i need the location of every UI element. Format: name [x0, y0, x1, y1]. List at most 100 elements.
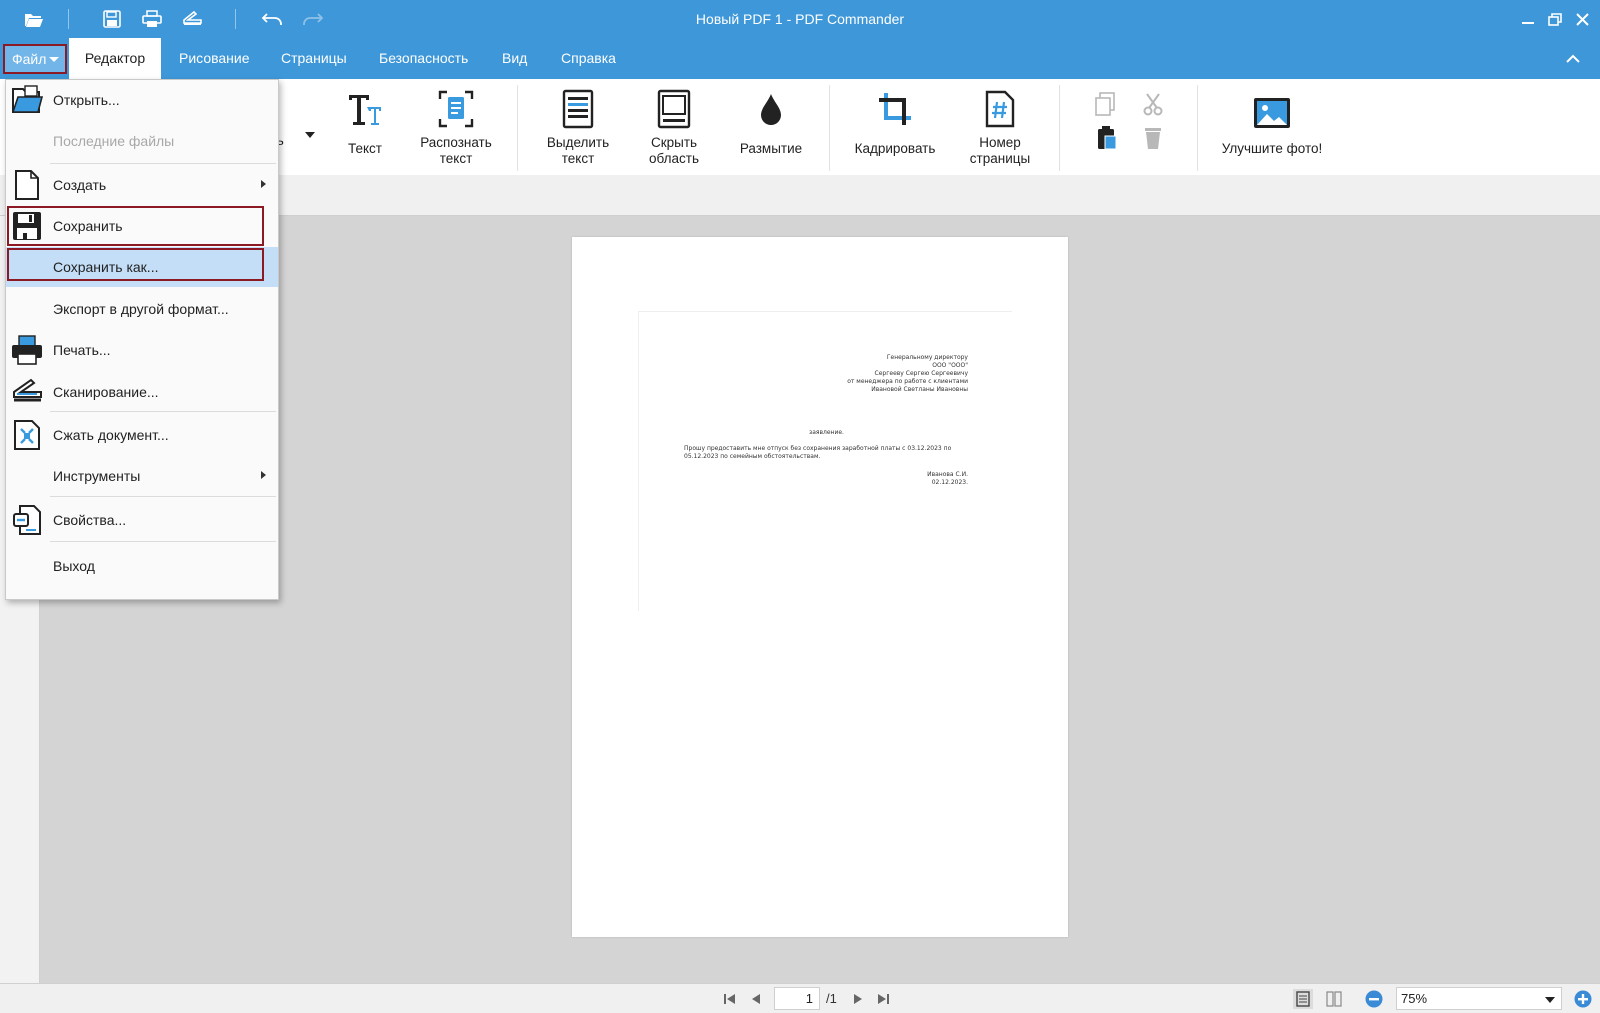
document-page[interactable]: Генеральному директору ООО "ООО" Сергеев…: [572, 237, 1068, 937]
printer-icon: [11, 334, 43, 366]
menu-item-export[interactable]: Экспорт в другой формат...: [6, 289, 278, 329]
page-number-input[interactable]: 1: [774, 987, 820, 1010]
open-file-icon: [11, 84, 43, 116]
next-page-icon[interactable]: [849, 991, 867, 1007]
page-number-label-2: страницы: [969, 151, 1031, 166]
drop-icon: [733, 87, 809, 131]
file-dropdown-menu: Открыть... Последние файлы Создать Сохра…: [5, 79, 279, 600]
doc-body-line: Прошу предоставить мне отпуск без сохран…: [684, 445, 952, 452]
menu-item-label: Печать...: [53, 342, 111, 358]
menu-item-label: Экспорт в другой формат...: [53, 301, 229, 317]
highlight-label-2: текст: [561, 151, 595, 166]
chevron-right-icon: [261, 471, 266, 479]
tab-view[interactable]: Вид: [502, 38, 527, 79]
separator: [1197, 85, 1198, 171]
separator: [829, 85, 830, 171]
chevron-right-icon: [261, 180, 266, 188]
close-icon[interactable]: [1571, 8, 1593, 30]
first-page-icon[interactable]: [721, 991, 739, 1007]
hide-label-1: Скрыть: [650, 135, 698, 150]
hide-label-2: область: [649, 151, 699, 166]
menu-item-label: Выход: [53, 558, 95, 574]
doc-addressee-line: ООО "ООО": [932, 362, 968, 369]
menu-separator: [50, 411, 276, 412]
doc-signature-date: 02.12.2023.: [931, 479, 968, 486]
crop-button[interactable]: Кадрировать: [850, 87, 940, 157]
doc-addressee-line: Ивановой Светланы Ивановны: [871, 386, 968, 393]
doc-addressee-line: Генеральному директору: [886, 354, 968, 361]
menu-separator: [50, 496, 276, 497]
restore-icon[interactable]: [1544, 8, 1566, 30]
file-menu-button[interactable]: Файл: [3, 44, 67, 74]
minimize-icon[interactable]: [1517, 8, 1539, 30]
recognize-label-2: текст: [439, 151, 473, 166]
recognize-label-1: Распознать: [420, 135, 492, 150]
single-page-view-icon[interactable]: [1293, 989, 1313, 1009]
doc-signature-name: Иванова С.И.: [927, 471, 968, 478]
zoom-out-icon[interactable]: [1364, 989, 1384, 1009]
image-icon: [1213, 91, 1331, 135]
separator: [1059, 85, 1060, 171]
chevron-down-icon: [1545, 997, 1555, 1003]
menu-item-compress[interactable]: Сжать документ...: [6, 415, 278, 455]
menu-item-tools[interactable]: Инструменты: [6, 456, 278, 496]
page-total-label: /1: [826, 991, 837, 1006]
menu-item-label: Сканирование...: [53, 384, 159, 400]
new-document-icon: [11, 169, 43, 201]
menu-item-label: Свойства...: [53, 512, 127, 528]
menu-item-open[interactable]: Открыть...: [6, 80, 278, 120]
menu-separator: [50, 541, 276, 542]
paste-icon[interactable]: [1092, 123, 1122, 153]
tab-drawing[interactable]: Рисование: [179, 38, 250, 79]
zoom-value: 75%: [1401, 991, 1428, 1006]
zoom-in-icon[interactable]: [1573, 989, 1593, 1009]
enhance-photo-label: Улучшите фото!: [1221, 141, 1323, 156]
menu-item-exit[interactable]: Выход: [6, 546, 278, 586]
text-icon: [340, 87, 390, 131]
doc-heading: заявление.: [809, 429, 844, 436]
blur-label: Размытие: [739, 141, 803, 156]
hash-page-icon: [960, 87, 1040, 131]
doc-body-line: 05.12.2023 по семейным обстоятельствам.: [684, 453, 821, 460]
save-highlight-outline: [7, 206, 264, 246]
menu-item-create[interactable]: Создать: [6, 165, 278, 205]
page-number-button[interactable]: Номер страницы: [960, 87, 1040, 167]
tab-editor[interactable]: Редактор: [69, 38, 161, 79]
menu-item-label: Инструменты: [53, 468, 141, 484]
tab-security[interactable]: Безопасность: [379, 38, 468, 79]
recognize-text-button[interactable]: Распознать текст: [413, 87, 499, 167]
last-page-icon[interactable]: [874, 991, 892, 1007]
doc-addressee-line: от менеджера по работе с клиентами: [847, 378, 968, 385]
menu-item-recent-files: Последние файлы: [6, 121, 278, 161]
chevron-down-icon[interactable]: [305, 125, 315, 143]
menu-item-print[interactable]: Печать...: [6, 330, 278, 370]
crop-label: Кадрировать: [854, 141, 936, 156]
doc-addressee-line: Сергееву Сергею Сергеевичу: [874, 370, 968, 377]
text-tool-button[interactable]: Текст: [340, 87, 390, 157]
page-content-frame: Генеральному директору ООО "ООО" Сергеев…: [638, 311, 1012, 611]
tab-help[interactable]: Справка: [561, 38, 616, 79]
menu-item-properties[interactable]: Свойства...: [6, 500, 278, 540]
tab-pages[interactable]: Страницы: [281, 38, 347, 79]
highlight-text-button[interactable]: Выделить текст: [540, 87, 616, 167]
title-bar: Новый PDF 1 - PDF Commander: [0, 0, 1600, 38]
scanner-icon: [11, 376, 43, 408]
chevron-up-icon[interactable]: [1564, 50, 1582, 68]
text-tool-label: Текст: [348, 141, 382, 156]
copy-icon[interactable]: [1090, 89, 1120, 119]
chevron-down-icon: [49, 57, 59, 62]
cut-icon[interactable]: [1138, 89, 1168, 119]
ocr-icon: [413, 87, 499, 131]
two-page-view-icon[interactable]: [1324, 989, 1344, 1009]
hide-area-button[interactable]: Скрыть область: [638, 87, 710, 167]
save-as-highlight-outline: [7, 248, 264, 281]
menu-separator: [50, 163, 276, 164]
separator: [517, 85, 518, 171]
prev-page-icon[interactable]: [747, 991, 765, 1007]
compress-icon: [11, 419, 43, 451]
menu-item-scan[interactable]: Сканирование...: [6, 372, 278, 412]
blur-button[interactable]: Размытие: [733, 87, 809, 157]
enhance-photo-button[interactable]: Улучшите фото!: [1213, 91, 1331, 157]
zoom-select[interactable]: 75%: [1396, 987, 1562, 1010]
delete-icon[interactable]: [1138, 123, 1168, 153]
